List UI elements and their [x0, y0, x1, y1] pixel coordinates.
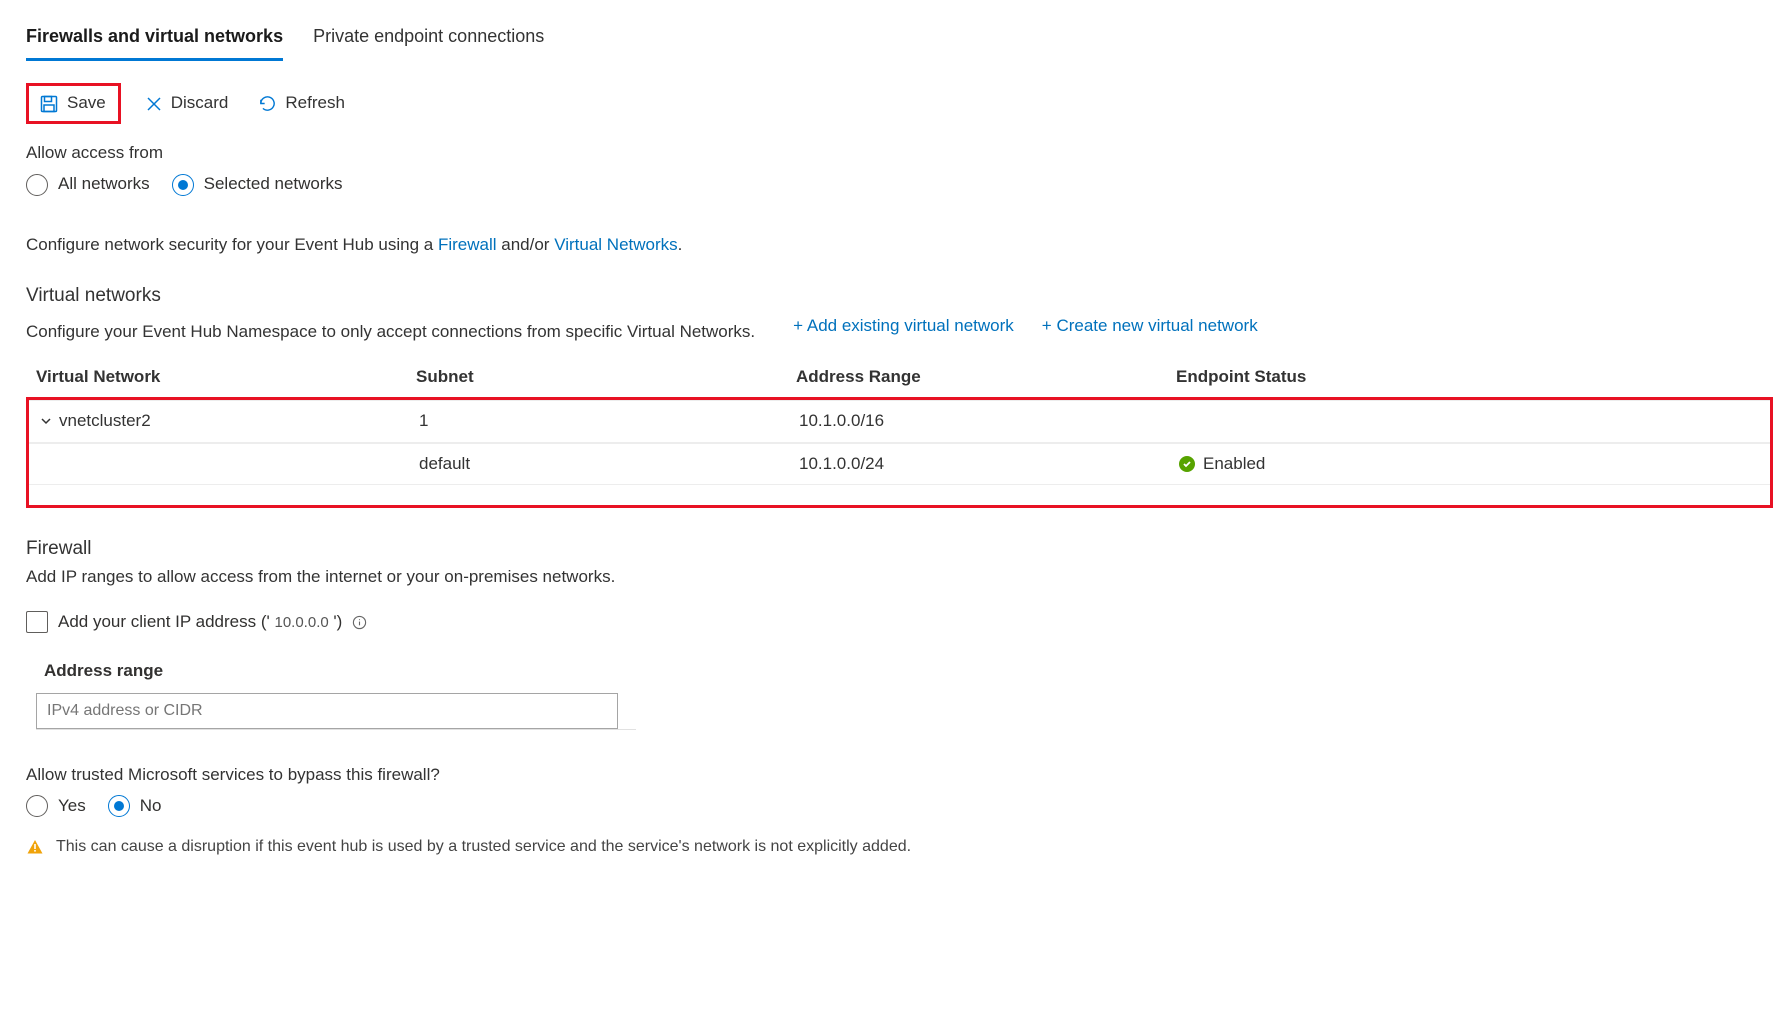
- status-text: Enabled: [1203, 453, 1265, 476]
- close-icon: [145, 95, 163, 113]
- allow-access-radios: All networks Selected networks: [26, 173, 1773, 196]
- save-highlight: Save: [26, 83, 121, 124]
- trusted-warning-text: This can cause a disruption if this even…: [56, 836, 911, 858]
- vnet-table: Virtual Network Subnet Address Range End…: [26, 358, 1773, 509]
- info-icon[interactable]: [352, 615, 367, 630]
- range-cell: 10.1.0.0/16: [799, 410, 1179, 433]
- refresh-label: Refresh: [285, 92, 345, 115]
- col-subnet: Subnet: [416, 366, 796, 389]
- configure-text-suffix: .: [678, 235, 683, 254]
- radio-all-networks-label: All networks: [58, 173, 150, 196]
- save-label: Save: [67, 92, 106, 115]
- radio-trusted-no-label: No: [140, 795, 162, 818]
- save-icon: [39, 94, 59, 114]
- subnet-cell: default: [419, 453, 799, 476]
- refresh-button[interactable]: Refresh: [252, 88, 351, 119]
- tabs: Firewalls and virtual networks Private e…: [26, 18, 1773, 61]
- discard-label: Discard: [171, 92, 229, 115]
- address-range-label: Address range: [44, 660, 1773, 683]
- radio-selected-networks[interactable]: Selected networks: [172, 173, 343, 196]
- configure-text-prefix: Configure network security for your Even…: [26, 235, 438, 254]
- address-range-row: [36, 693, 636, 730]
- add-client-ip-checkbox[interactable]: [26, 611, 48, 633]
- link-virtual-networks[interactable]: Virtual Networks: [554, 235, 677, 254]
- discard-button[interactable]: Discard: [139, 88, 235, 119]
- configure-description: Configure network security for your Even…: [26, 234, 1773, 257]
- range-cell: 10.1.0.0/24: [799, 453, 1179, 476]
- address-range-input[interactable]: [36, 693, 618, 729]
- col-virtual-network: Virtual Network: [36, 366, 416, 389]
- radio-all-networks[interactable]: All networks: [26, 173, 150, 196]
- refresh-icon: [258, 94, 277, 113]
- col-endpoint-status: Endpoint Status: [1176, 366, 1763, 389]
- link-firewall[interactable]: Firewall: [438, 235, 497, 254]
- client-ip-row: Add your client IP address (' 10.0.0.0 '…: [26, 611, 1773, 634]
- firewall-description: Add IP ranges to allow access from the i…: [26, 566, 1773, 589]
- trusted-warning-row: This can cause a disruption if this even…: [26, 836, 1773, 858]
- vnet-name-cell: vnetcluster2: [39, 410, 419, 433]
- save-button[interactable]: Save: [33, 88, 112, 119]
- trusted-services-radios: Yes No: [26, 795, 1773, 818]
- radio-trusted-yes-label: Yes: [58, 795, 86, 818]
- allow-access-label: Allow access from: [26, 142, 1773, 165]
- vnet-name: vnetcluster2: [59, 410, 151, 433]
- client-ip-prefix: Add your client IP address (': [58, 612, 274, 631]
- create-new-vnet-link[interactable]: + Create new virtual network: [1042, 315, 1258, 338]
- tab-private-endpoints[interactable]: Private endpoint connections: [313, 18, 544, 61]
- radio-trusted-yes[interactable]: Yes: [26, 795, 86, 818]
- tab-firewalls[interactable]: Firewalls and virtual networks: [26, 18, 283, 61]
- client-ip-suffix: '): [329, 612, 343, 631]
- radio-selected-networks-label: Selected networks: [204, 173, 343, 196]
- table-row[interactable]: vnetcluster2 1 10.1.0.0/16: [29, 400, 1770, 443]
- radio-trusted-no[interactable]: No: [108, 795, 162, 818]
- add-client-ip-label: Add your client IP address (' 10.0.0.0 '…: [58, 611, 342, 634]
- col-address-range: Address Range: [796, 366, 1176, 389]
- client-ip-value: 10.0.0.0: [274, 614, 328, 631]
- firewall-heading: Firewall: [26, 536, 1773, 562]
- status-enabled-icon: [1179, 456, 1195, 472]
- trusted-services-label: Allow trusted Microsoft services to bypa…: [26, 764, 1773, 787]
- vnet-table-header: Virtual Network Subnet Address Range End…: [26, 358, 1773, 397]
- configure-text-andor: and/or: [497, 235, 555, 254]
- warning-icon: [26, 838, 44, 856]
- toolbar: Save Discard Refresh: [26, 83, 1773, 124]
- status-cell: Enabled: [1179, 453, 1760, 476]
- chevron-down-icon[interactable]: [39, 414, 53, 428]
- table-row[interactable]: default 10.1.0.0/24 Enabled: [29, 443, 1770, 486]
- virtual-networks-heading: Virtual networks: [26, 283, 1773, 309]
- add-existing-vnet-link[interactable]: + Add existing virtual network: [793, 315, 1014, 338]
- vnet-rows-highlight: vnetcluster2 1 10.1.0.0/16 default 10.1.…: [26, 397, 1773, 509]
- subnet-cell: 1: [419, 410, 799, 433]
- virtual-networks-description: Configure your Event Hub Namespace to on…: [26, 321, 755, 344]
